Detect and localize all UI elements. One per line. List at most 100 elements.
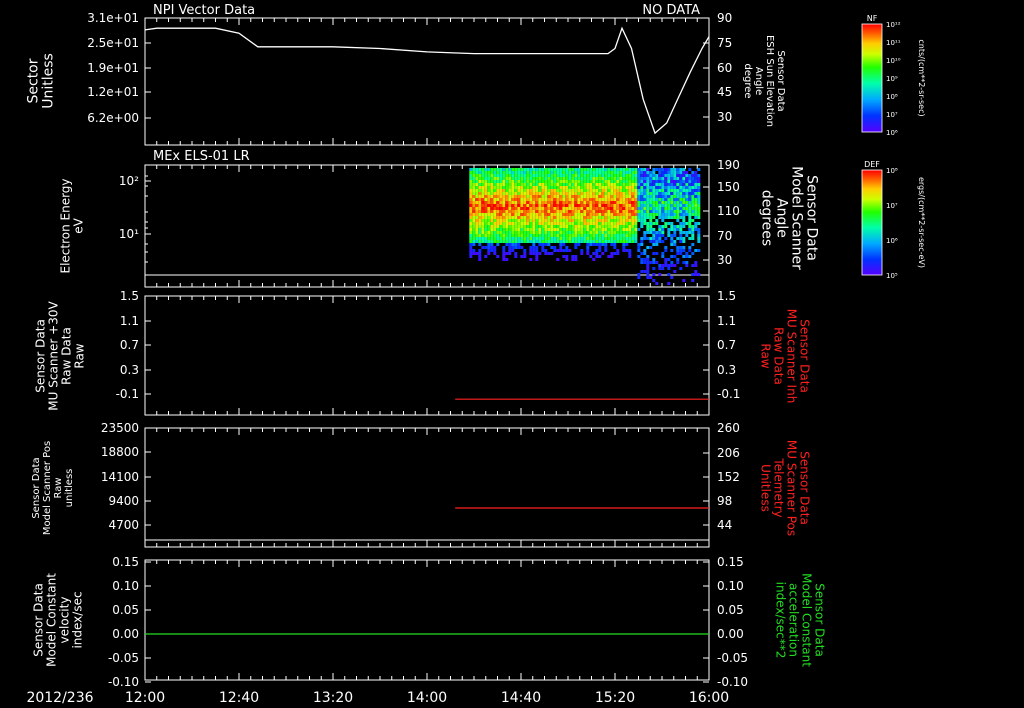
els-heatmap-cell [670, 207, 674, 210]
els-heatmap-cell [679, 216, 683, 219]
els-heatmap-cell [676, 192, 680, 195]
x-tick-label: 15:20 [595, 690, 635, 706]
els-heatmap-cell [676, 219, 680, 222]
scanner-pos-y-title: Sensor Data Model Scanner Pos Raw unitless [31, 441, 75, 535]
els-heatmap-cell [556, 183, 560, 186]
els-heatmap-cell [535, 258, 539, 261]
els-heatmap-cell [619, 222, 623, 225]
els-heatmap-cell [628, 213, 632, 216]
els-heatmap-cell [682, 219, 686, 222]
els-heatmap-cell [583, 225, 587, 228]
els-heatmap-cell [541, 171, 545, 174]
els-heatmap-cell [670, 201, 674, 204]
colorbar-unit-text: cnts/(cm**2-sr-sec) [917, 39, 926, 116]
els-heatmap-cell [520, 177, 524, 180]
els-heatmap-cell [514, 195, 518, 198]
els-heatmap-cell [616, 198, 620, 201]
els-heatmap-cell [595, 189, 599, 192]
els-heatmap-cell [508, 180, 512, 183]
els-heatmap-cell [667, 258, 671, 261]
els-heatmap-cell [550, 216, 554, 219]
els-heatmap-cell [679, 237, 683, 240]
els-heatmap-cell [595, 168, 599, 171]
els-heatmap-cell [568, 171, 572, 174]
scanner-pos-tm-y-tick-label: 152 [717, 470, 740, 484]
els-heatmap-cell [490, 201, 494, 204]
els-heatmap-cell [520, 246, 524, 249]
els-heatmap-cell [586, 234, 590, 237]
els-heatmap-cell [487, 192, 491, 195]
els-heatmap-cell [547, 186, 551, 189]
els-heatmap-cell [550, 246, 554, 249]
els-heatmap-cell [559, 171, 563, 174]
els-heatmap-cell [541, 195, 545, 198]
els-heatmap-cell [595, 171, 599, 174]
els-heatmap-cell [496, 171, 500, 174]
els-heatmap-cell [535, 216, 539, 219]
els-heatmap-cell [562, 219, 566, 222]
els-heatmap-cell [529, 180, 533, 183]
els-heatmap-cell [613, 189, 617, 192]
els-heatmap-cell [688, 207, 692, 210]
els-heatmap-cell [505, 207, 509, 210]
els-heatmap-cell [568, 207, 572, 210]
els-heatmap-cell [577, 243, 581, 246]
els-heatmap-cell [685, 186, 689, 189]
els-heatmap-cell [550, 174, 554, 177]
els-heatmap-cell [472, 189, 476, 192]
els-heatmap-cell [604, 246, 608, 249]
els-heatmap-cell [640, 222, 644, 225]
els-heatmap-cell [691, 252, 695, 255]
els-heatmap-cell [571, 192, 575, 195]
els-heatmap-cell [511, 243, 515, 246]
els-heatmap-cell [505, 171, 509, 174]
els-heatmap-cell [601, 180, 605, 183]
els-heatmap-cell [613, 252, 617, 255]
els-heatmap-cell [472, 171, 476, 174]
els-heatmap-cell [574, 225, 578, 228]
els-heatmap-cell [496, 204, 500, 207]
els-heatmap-cell [478, 192, 482, 195]
els-heatmap-cell [580, 189, 584, 192]
els-heatmap-cell [649, 276, 653, 279]
els-heatmap-cell [517, 171, 521, 174]
els-heatmap-cell [547, 240, 551, 243]
els-heatmap-cell [595, 231, 599, 234]
els-heatmap-cell [622, 210, 626, 213]
els-heatmap-cell [559, 246, 563, 249]
els-heatmap-cell [502, 258, 506, 261]
els-heatmap-cell [484, 204, 488, 207]
els-heatmap-cell [553, 204, 557, 207]
els-heatmap-cell [547, 231, 551, 234]
els-heatmap-cell [529, 222, 533, 225]
els-heatmap-cell [625, 225, 629, 228]
els-heatmap-cell [613, 204, 617, 207]
els-heatmap-cell [637, 195, 641, 198]
els-heatmap-cell [490, 183, 494, 186]
els-heatmap-cell [517, 180, 521, 183]
els-heatmap-cell [661, 192, 665, 195]
els-heatmap-cell [616, 168, 620, 171]
els-heatmap-cell [541, 228, 545, 231]
els-heatmap-cell [499, 171, 503, 174]
els-heatmap-cell [580, 192, 584, 195]
els-heatmap-cell [541, 234, 545, 237]
els-heatmap-cell [490, 204, 494, 207]
els-heatmap-cell [511, 174, 515, 177]
els-heatmap-cell [604, 189, 608, 192]
scanner-angle-y-tick-label: 30 [717, 253, 732, 267]
els-heatmap-cell [634, 174, 638, 177]
els-heatmap-cell [514, 243, 518, 246]
els-heatmap-cell [571, 240, 575, 243]
els-heatmap-cell [646, 180, 650, 183]
els-heatmap-cell [481, 207, 485, 210]
els-heatmap-cell [631, 192, 635, 195]
sun-elev-y2-title-line: Angle [753, 67, 764, 95]
velocity-y-tick-label: 0.10 [112, 579, 139, 593]
els-heatmap-cell [580, 204, 584, 207]
els-heatmap-cell [610, 252, 614, 255]
els-heatmap-cell [529, 171, 533, 174]
els-heatmap-cell [637, 180, 641, 183]
els-heatmap-cell [514, 228, 518, 231]
els-heatmap-cell [688, 210, 692, 213]
